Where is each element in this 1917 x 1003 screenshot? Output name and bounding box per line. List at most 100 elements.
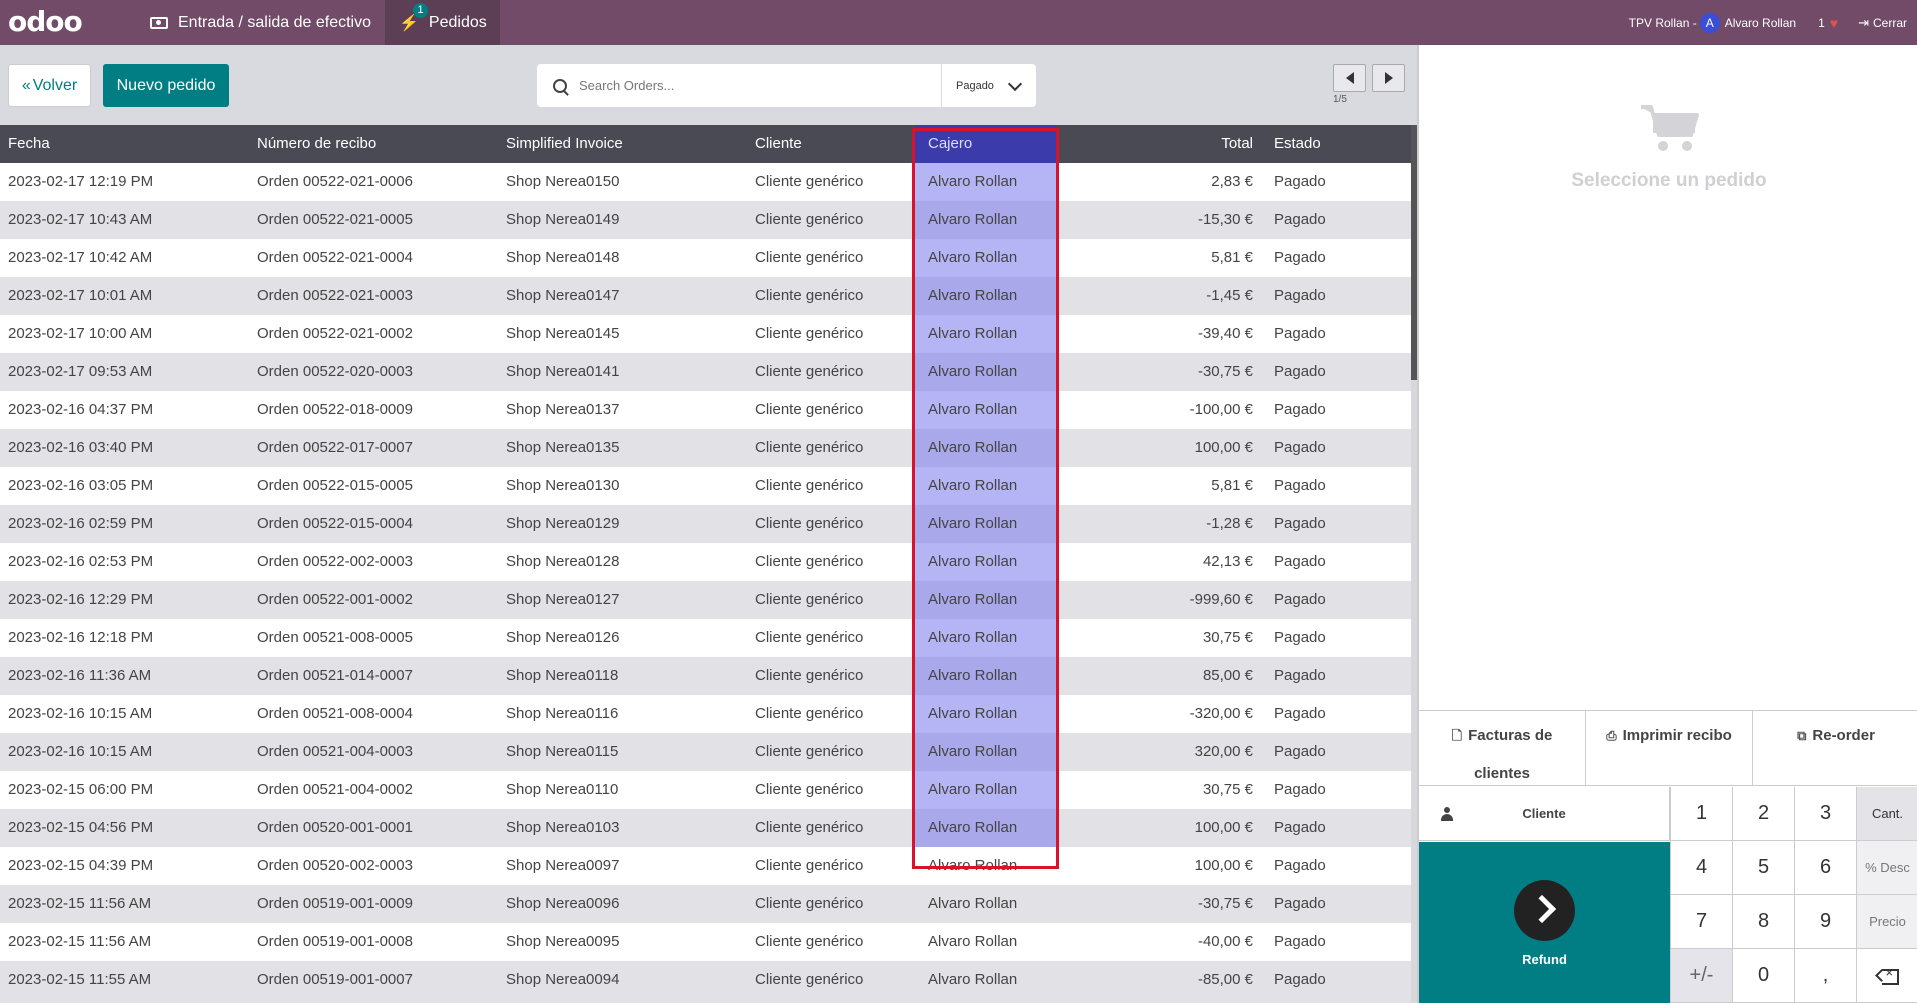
invoices-label-line2: clientes — [1474, 765, 1530, 782]
double-chevron-left-icon: « — [21, 76, 31, 94]
cell-cajero: Alvaro Rollan — [928, 325, 1018, 342]
pager-prev-button[interactable] — [1333, 64, 1366, 92]
table-row[interactable]: 2023-02-15 04:56 PM Orden 00520-001-0001 S… — [0, 809, 1411, 847]
mode-quantity-button[interactable]: Cant. — [1856, 787, 1917, 841]
customer-invoices-button[interactable]: 🗋 Facturas de clientes — [1419, 711, 1586, 785]
notification-count: 1 — [1818, 15, 1825, 30]
cell-simplified-invoice: Shop Nerea0149 — [506, 211, 620, 228]
numpad-key-8[interactable]: 8 — [1732, 895, 1794, 949]
cell-cliente: Cliente genérico — [755, 553, 864, 570]
cell-fecha: 2023-02-16 10:15 AM — [8, 743, 153, 760]
pager-next-button[interactable] — [1372, 64, 1405, 92]
table-row[interactable]: 2023-02-15 11:56 AM Orden 00519-001-0009 S… — [0, 885, 1411, 923]
back-button[interactable]: « Volver — [8, 64, 91, 107]
exit-icon: ⇥ — [1858, 14, 1869, 30]
header-simplified-invoice: Simplified Invoice — [506, 135, 623, 152]
mode-price-button[interactable]: Precio — [1856, 895, 1917, 949]
numpad-key-7[interactable]: 7 — [1670, 895, 1732, 949]
table-row[interactable]: 2023-02-17 10:42 AM Orden 00522-021-0004 S… — [0, 239, 1411, 277]
cell-cliente: Cliente genérico — [755, 591, 864, 608]
numpad-key-6[interactable]: 6 — [1794, 841, 1856, 895]
cell-simplified-invoice: Shop Nerea0127 — [506, 591, 620, 608]
close-session-button[interactable]: ⇥ Cerrar — [1858, 15, 1907, 31]
cell-total: -1,28 € — [1206, 515, 1253, 532]
cell-total: 85,00 € — [1202, 667, 1253, 684]
cell-fecha: 2023-02-15 04:56 PM — [8, 819, 154, 836]
reorder-button[interactable]: ⧉ Re-order — [1753, 711, 1917, 785]
numpad-key-4[interactable]: 4 — [1670, 841, 1732, 895]
cart-icon — [1641, 105, 1699, 151]
refund-button[interactable]: Refund — [1419, 842, 1670, 1003]
cell-cliente: Cliente genérico — [755, 667, 864, 684]
numpad-key-2[interactable]: 2 — [1732, 787, 1794, 841]
orders-button[interactable]: ⚡ 1 Pedidos — [385, 0, 500, 45]
cell-cliente: Cliente genérico — [755, 325, 864, 342]
cell-estado: Pagado — [1274, 743, 1326, 760]
table-row[interactable]: 2023-02-17 12:19 PM Orden 00522-021-0006 S… — [0, 163, 1411, 201]
cell-cajero: Alvaro Rollan — [928, 667, 1018, 684]
cash-in-out-button[interactable]: Entrada / salida de efectivo — [150, 0, 385, 45]
table-row[interactable]: 2023-02-15 06:00 PM Orden 00521-004-0002 S… — [0, 771, 1411, 809]
table-row[interactable]: 2023-02-16 10:15 AM Orden 00521-008-0004 S… — [0, 695, 1411, 733]
table-row[interactable]: 2023-02-16 03:05 PM Orden 00522-015-0005 S… — [0, 467, 1411, 505]
cell-total: 5,81 € — [1211, 249, 1253, 266]
table-row[interactable]: 2023-02-16 02:53 PM Orden 00522-002-0003 S… — [0, 543, 1411, 581]
numpad-key-1[interactable]: 1 — [1670, 787, 1732, 841]
backspace-icon — [1874, 965, 1899, 985]
numpad-key-0[interactable]: 0 — [1732, 949, 1794, 1003]
back-label: Volver — [32, 76, 78, 94]
header-cajero: Cajero — [928, 135, 973, 152]
table-row[interactable]: 2023-02-15 04:39 PM Orden 00520-002-0003 S… — [0, 847, 1411, 885]
numpad-key-plus-minus[interactable]: +/- — [1670, 949, 1732, 1003]
cell-estado: Pagado — [1274, 515, 1326, 532]
mode-discount-button[interactable]: % Desc — [1856, 841, 1917, 895]
cell-simplified-invoice: Shop Nerea0150 — [506, 173, 620, 190]
cell-simplified-invoice: Shop Nerea0141 — [506, 363, 620, 380]
numpad-key-9[interactable]: 9 — [1794, 895, 1856, 949]
search-icon — [553, 78, 567, 93]
cell-cajero: Alvaro Rollan — [928, 439, 1018, 456]
cell-receipt-number: Orden 00520-001-0001 — [257, 819, 413, 836]
cell-fecha: 2023-02-15 06:00 PM — [8, 781, 154, 798]
table-row[interactable]: 2023-02-16 04:37 PM Orden 00522-018-0009 S… — [0, 391, 1411, 429]
cell-cajero: Alvaro Rollan — [928, 363, 1018, 380]
pdf-file-icon: 🗋 — [1451, 728, 1463, 743]
table-row[interactable]: 2023-02-17 10:43 AM Orden 00522-021-0005 S… — [0, 201, 1411, 239]
cell-estado: Pagado — [1274, 933, 1326, 950]
numpad-key-5[interactable]: 5 — [1732, 841, 1794, 895]
status-filter-select[interactable]: Pagado — [941, 64, 1036, 107]
table-row[interactable]: 2023-02-16 02:59 PM Orden 00522-015-0004 S… — [0, 505, 1411, 543]
customer-button[interactable]: Cliente — [1419, 787, 1670, 841]
table-row[interactable]: 2023-02-16 12:29 PM Orden 00522-001-0002 S… — [0, 581, 1411, 619]
search-input[interactable] — [579, 78, 929, 93]
table-row[interactable]: 2023-02-15 11:55 AM Orden 00519-001-0007 S… — [0, 961, 1411, 999]
cell-simplified-invoice: Shop Nerea0126 — [506, 629, 620, 646]
cell-total: 5,81 € — [1211, 477, 1253, 494]
numpad-key-3[interactable]: 3 — [1794, 787, 1856, 841]
table-row[interactable]: 2023-02-17 10:00 AM Orden 00522-021-0002 S… — [0, 315, 1411, 353]
print-receipt-button[interactable]: ⎙ Imprimir recibo — [1586, 711, 1753, 785]
heart-icon[interactable]: ♥ — [1830, 15, 1838, 31]
orders-badge: 1 — [413, 2, 428, 18]
cashier-name[interactable]: Alvaro Rollan — [1725, 16, 1796, 30]
cell-cajero: Alvaro Rollan — [928, 515, 1018, 532]
table-row[interactable]: 2023-02-16 10:15 AM Orden 00521-004-0003 S… — [0, 733, 1411, 771]
new-order-button[interactable]: Nuevo pedido — [103, 64, 229, 107]
cell-cliente: Cliente genérico — [755, 819, 864, 836]
cell-cliente: Cliente genérico — [755, 743, 864, 760]
table-row[interactable]: 2023-02-16 12:18 PM Orden 00521-008-0005 S… — [0, 619, 1411, 657]
table-row[interactable]: 2023-02-17 09:53 AM Orden 00522-020-0003 S… — [0, 353, 1411, 391]
cell-total: 100,00 € — [1194, 819, 1253, 836]
avatar[interactable]: A — [1699, 12, 1720, 33]
table-row[interactable]: 2023-02-17 10:01 AM Orden 00522-021-0003 S… — [0, 277, 1411, 315]
table-row[interactable]: 2023-02-16 03:40 PM Orden 00522-017-0007 S… — [0, 429, 1411, 467]
numpad-backspace-button[interactable] — [1856, 949, 1917, 1003]
cell-total: -85,00 € — [1197, 971, 1253, 988]
cell-fecha: 2023-02-17 10:42 AM — [8, 249, 153, 266]
numpad-key-comma[interactable]: , — [1794, 949, 1856, 1003]
cell-cliente: Cliente genérico — [755, 781, 864, 798]
printer-icon: ⎙ — [1606, 728, 1617, 743]
table-row[interactable]: 2023-02-15 11:56 AM Orden 00519-001-0008 S… — [0, 923, 1411, 961]
table-row[interactable]: 2023-02-16 11:36 AM Orden 00521-014-0007 S… — [0, 657, 1411, 695]
cell-estado: Pagado — [1274, 287, 1326, 304]
